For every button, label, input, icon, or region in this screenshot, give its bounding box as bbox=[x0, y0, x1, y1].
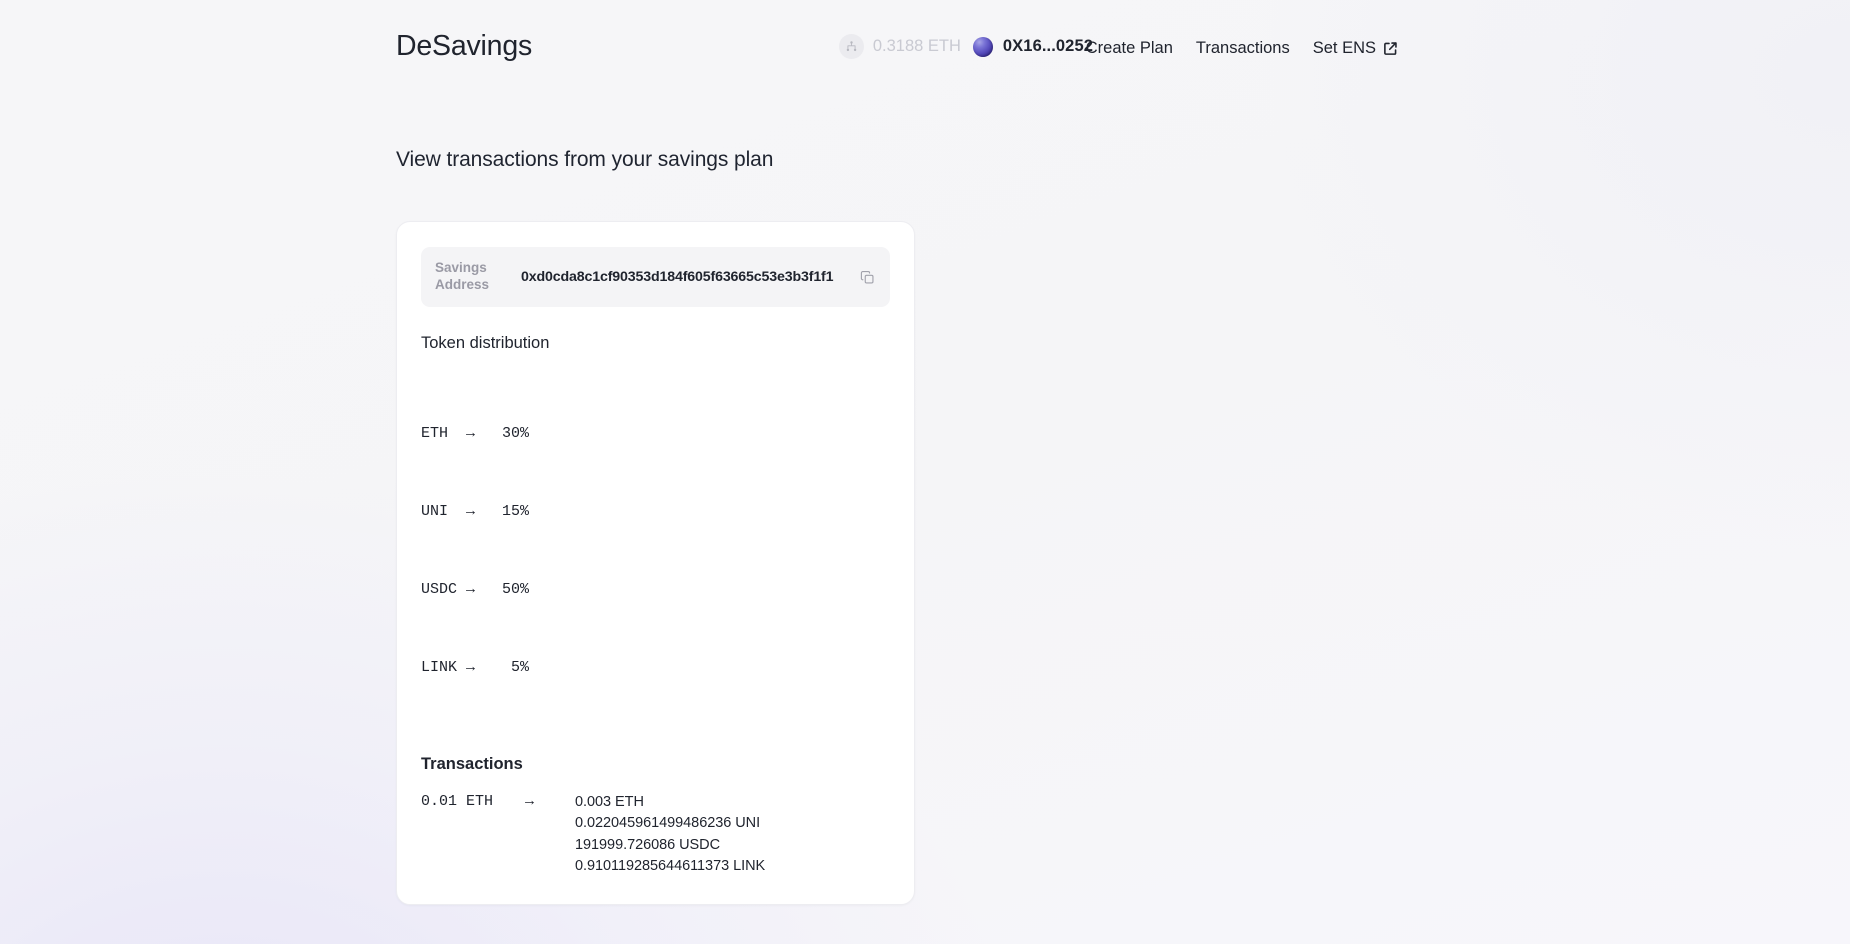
transaction-outputs: 0.003 ETH 0.022045961499486236 UNI 19199… bbox=[575, 791, 765, 878]
transactions-heading: Transactions bbox=[421, 755, 523, 774]
nav-item-set-ens[interactable]: Set ENS bbox=[1313, 40, 1398, 57]
transaction-output-line: 0.910119285644611373 LINK bbox=[575, 858, 766, 875]
nav-item-label: Transactions bbox=[1195, 39, 1290, 57]
wallet-avatar-icon bbox=[972, 36, 993, 57]
transaction-input-amount: 0.01 ETH bbox=[421, 792, 494, 810]
transaction-output-line: 0.022045961499486236 UNI bbox=[575, 815, 761, 832]
primary-nav: Create Plan Transactions Set ENS bbox=[1086, 40, 1398, 57]
savings-address-box: Savings Address 0xd0cda8c1cf90353d184f60… bbox=[421, 247, 890, 308]
token-row: UNI → 15% bbox=[421, 503, 530, 521]
transaction-output-line: 191999.726086 USDC bbox=[575, 836, 721, 853]
savings-address-value: 0xd0cda8c1cf90353d184f605f63665c53e3b3f1… bbox=[521, 268, 834, 285]
nav-item-transactions[interactable]: Transactions bbox=[1196, 40, 1290, 57]
main-content: View transactions from your savings plan… bbox=[396, 146, 956, 905]
external-link-icon bbox=[1383, 41, 1398, 56]
savings-address-label: Savings Address bbox=[435, 260, 490, 293]
transactions-list: 0.01 ETH → 0.003 ETH 0.02204596149948623… bbox=[421, 791, 890, 878]
token-distribution-list: ETH → 30% UNI → 15% USDC → 50% LINK → 5% bbox=[421, 369, 890, 733]
token-row: ETH → 30% bbox=[421, 425, 530, 443]
page-title: View transactions from your savings plan bbox=[396, 148, 774, 171]
nav-item-create-plan[interactable]: Create Plan bbox=[1086, 40, 1173, 57]
transaction-arrow-icon: → bbox=[525, 792, 535, 810]
copy-address-button[interactable] bbox=[858, 268, 876, 286]
brand-logo[interactable]: DeSavings bbox=[396, 29, 532, 63]
account-pill[interactable]: 0X16...0252 bbox=[972, 36, 1093, 57]
network-nodes-icon bbox=[838, 34, 864, 59]
nav-item-label: Set ENS bbox=[1312, 39, 1376, 57]
app-root: DeSavings Create Plan Transactions Set E… bbox=[0, 0, 1850, 944]
wallet-balance: 0.3188 ETH bbox=[872, 37, 961, 56]
savings-plan-card: Savings Address 0xd0cda8c1cf90353d184f60… bbox=[396, 221, 915, 905]
wallet-cluster: 0.3188 ETH 0X16...0252 bbox=[838, 34, 1093, 59]
transaction-output-line: 0.003 ETH bbox=[575, 793, 644, 810]
site-header: DeSavings Create Plan Transactions Set E… bbox=[0, 0, 1850, 104]
token-row: USDC → 50% bbox=[421, 581, 530, 599]
token-row: LINK → 5% bbox=[421, 659, 530, 677]
wallet-address-short: 0X16...0252 bbox=[1002, 37, 1093, 56]
nav-item-label: Create Plan bbox=[1085, 39, 1173, 57]
transaction-row: 0.01 ETH → 0.003 ETH 0.02204596149948623… bbox=[421, 791, 890, 878]
balance-pill[interactable]: 0.3188 ETH bbox=[838, 34, 961, 59]
token-distribution-heading: Token distribution bbox=[421, 334, 550, 353]
copy-icon bbox=[860, 270, 875, 285]
